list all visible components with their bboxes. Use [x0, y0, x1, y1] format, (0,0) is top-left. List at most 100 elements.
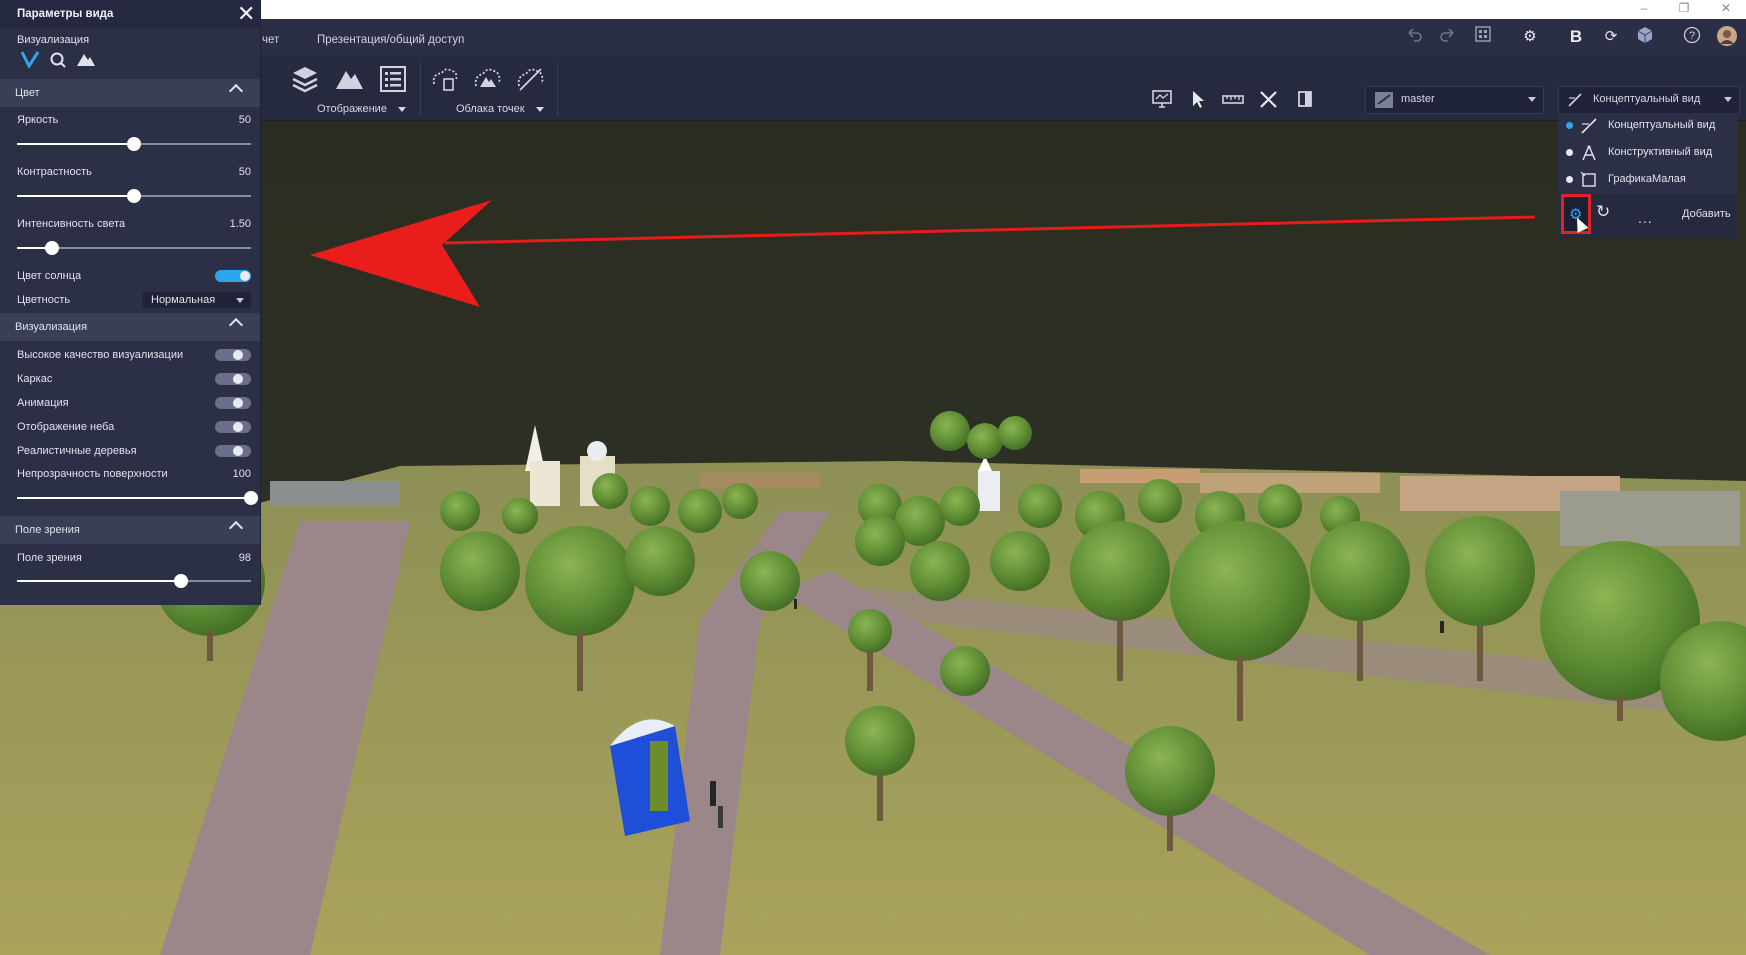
- minimize-icon[interactable]: –: [1624, 0, 1664, 19]
- tab-report[interactable]: чет: [262, 34, 279, 46]
- dot-icon: [1566, 176, 1573, 183]
- v-style-icon[interactable]: [20, 50, 40, 68]
- toggle-knob: [233, 374, 243, 384]
- list-icon[interactable]: [378, 64, 410, 94]
- toggle-knob: [233, 350, 243, 360]
- terrain-icon[interactable]: [76, 51, 96, 67]
- display-menu[interactable]: Отображение: [317, 103, 406, 115]
- animation-label: Анимация: [17, 397, 69, 409]
- realistic-trees-toggle[interactable]: [215, 445, 251, 457]
- light-intensity-slider[interactable]: [17, 241, 251, 255]
- surface-opacity-label: Непрозрачность поверхности: [17, 468, 168, 480]
- red-arrow-annotation: [310, 200, 1536, 307]
- grid-icon[interactable]: [1472, 26, 1494, 48]
- chroma-select[interactable]: Нормальная: [143, 292, 251, 308]
- view-item-graphics[interactable]: ГрафикаМалая: [1558, 167, 1738, 193]
- toggle-knob: [233, 398, 243, 408]
- view-item-constructive[interactable]: Конструктивный вид: [1558, 140, 1738, 166]
- sun-color-toggle[interactable]: [215, 270, 251, 282]
- realistic-trees-label: Реалистичные деревья: [17, 445, 137, 457]
- section-visualization-label: Визуализация: [15, 321, 88, 333]
- chevron-down-icon: [1528, 97, 1536, 102]
- package-icon[interactable]: [1634, 26, 1656, 48]
- close-window-icon[interactable]: ✕: [1706, 0, 1746, 19]
- hq-visualization-label: Высокое качество визуализации: [17, 349, 184, 361]
- views-menu-actions: ⚙ ↻ ... Добавить: [1558, 194, 1738, 238]
- ribbon-separator: [420, 62, 421, 116]
- tab-presentation[interactable]: Презентация/общий доступ: [317, 34, 464, 46]
- contrast-value: 50: [238, 166, 251, 178]
- contrast-slider[interactable]: [17, 189, 251, 203]
- slider-knob[interactable]: [173, 574, 188, 588]
- chevron-up-icon: [228, 317, 244, 333]
- visualization-label: Визуализация: [17, 34, 90, 46]
- sun-color-label: Цвет солнца: [17, 270, 82, 282]
- tools-cross-icon[interactable]: [1257, 88, 1281, 110]
- frame-icon: [1580, 171, 1596, 187]
- chevron-down-icon: [535, 106, 544, 112]
- select-arrow-icon[interactable]: [1187, 88, 1211, 110]
- terrain-icon[interactable]: [334, 64, 366, 94]
- branch-icon: [1375, 92, 1393, 108]
- help-icon[interactable]: ?: [1681, 26, 1703, 48]
- animation-toggle[interactable]: [215, 397, 251, 409]
- view-mode-dropdown[interactable]: Концептуальный вид: [1558, 86, 1740, 114]
- redo-icon[interactable]: [1437, 26, 1459, 48]
- undo-icon[interactable]: [1403, 26, 1425, 48]
- sky-display-toggle[interactable]: [215, 421, 251, 433]
- fov-label: Поле зрения: [17, 552, 82, 564]
- chevron-down-icon: [1724, 97, 1732, 102]
- pointcloud-terrain-icon[interactable]: [472, 64, 504, 94]
- pointclouds-menu[interactable]: Облака точек: [456, 103, 544, 115]
- window-titlebar: – ❐ ✕: [0, 0, 1746, 19]
- slider-knob[interactable]: [45, 241, 60, 255]
- view-item-conceptual[interactable]: Концептуальный вид: [1558, 113, 1738, 139]
- section-box-icon[interactable]: [1294, 88, 1318, 110]
- screen-icon[interactable]: [1151, 88, 1175, 110]
- toggle-knob: [240, 271, 250, 281]
- hq-visualization-toggle[interactable]: [215, 349, 251, 361]
- slider-knob[interactable]: [127, 189, 141, 203]
- close-icon[interactable]: ✕: [237, 3, 255, 25]
- measure-icon[interactable]: [1221, 88, 1245, 110]
- view-settings-panel: Параметры вида ✕ Визуализация Цвет Яркос…: [0, 0, 261, 605]
- section-fov[interactable]: Поле зрения: [0, 516, 260, 544]
- surface-opacity-slider[interactable]: [17, 491, 258, 505]
- pointcloud-attach-icon[interactable]: [429, 64, 461, 94]
- view-mode-value: Концептуальный вид: [1593, 93, 1701, 105]
- fov-slider[interactable]: [17, 574, 251, 588]
- light-intensity-label: Интенсивность света: [17, 218, 126, 230]
- branch-dropdown[interactable]: master: [1365, 86, 1544, 114]
- brightness-slider[interactable]: [17, 137, 251, 151]
- refresh-icon[interactable]: ⟳: [1600, 26, 1622, 48]
- layers-icon[interactable]: [290, 64, 322, 94]
- slider-knob[interactable]: [244, 491, 258, 505]
- restore-icon[interactable]: ❐: [1664, 0, 1704, 19]
- chroma-label: Цветность: [17, 294, 71, 306]
- section-color[interactable]: Цвет: [0, 79, 260, 107]
- section-color-label: Цвет: [15, 87, 40, 99]
- views-menu: Концептуальный вид Конструктивный вид Гр…: [1558, 113, 1738, 238]
- section-visualization[interactable]: Визуализация: [0, 313, 260, 341]
- dot-icon: [1566, 149, 1573, 156]
- branch-value: master: [1401, 93, 1435, 105]
- search-view-icon[interactable]: [49, 51, 67, 69]
- user-avatar[interactable]: [1716, 26, 1738, 48]
- slider-knob[interactable]: [127, 137, 141, 151]
- bold-b-icon[interactable]: B: [1565, 26, 1587, 48]
- contrast-label: Контрастность: [17, 166, 92, 178]
- section-fov-label: Поле зрения: [15, 524, 80, 536]
- pointcloud-crop-icon[interactable]: [515, 64, 547, 94]
- slider-fill: [17, 497, 251, 499]
- chevron-down-icon: [398, 106, 406, 112]
- toggle-knob: [233, 446, 243, 456]
- reset-icon[interactable]: ↻: [1596, 202, 1610, 222]
- add-view-button[interactable]: Добавить: [1682, 208, 1731, 220]
- gear-icon[interactable]: ⚙: [1519, 26, 1541, 48]
- toggle-knob: [233, 422, 243, 432]
- wireframe-toggle[interactable]: [215, 373, 251, 385]
- more-options-button[interactable]: ...: [1638, 210, 1653, 226]
- compass-icon: [1582, 145, 1596, 161]
- light-intensity-value: 1.50: [229, 218, 251, 230]
- display-label: Отображение: [317, 103, 387, 115]
